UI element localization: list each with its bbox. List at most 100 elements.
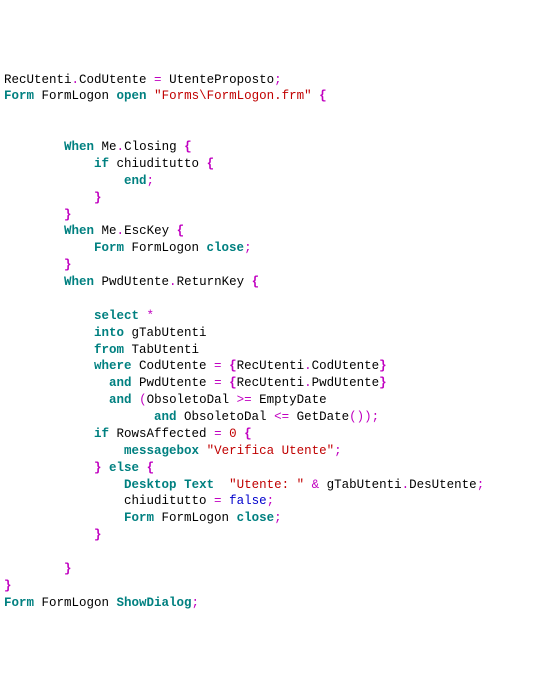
code-token: } xyxy=(379,359,387,373)
code-token: close xyxy=(237,511,275,525)
code-token: ; xyxy=(477,478,485,492)
code-token: ; xyxy=(372,410,380,424)
code-token: GetDate xyxy=(289,410,349,424)
code-token xyxy=(132,393,140,407)
code-token: ReturnKey xyxy=(177,275,252,289)
code-token: ; xyxy=(244,241,252,255)
code-token: and xyxy=(109,393,132,407)
code-token xyxy=(102,461,110,475)
code-token: . xyxy=(72,73,80,87)
code-token: gTabUtenti xyxy=(319,478,402,492)
code-token: open xyxy=(117,89,147,103)
code-token: = xyxy=(154,73,162,87)
code-token: UtenteProposto xyxy=(162,73,275,87)
code-token xyxy=(237,427,245,441)
code-token: & xyxy=(312,478,320,492)
code-token: . xyxy=(117,140,125,154)
code-token: { xyxy=(319,89,327,103)
code-token: } xyxy=(94,528,102,542)
code-token: ) xyxy=(364,410,372,424)
code-token: ; xyxy=(147,174,155,188)
code-token: chiuditutto xyxy=(124,494,214,508)
code-token xyxy=(199,444,207,458)
code-token: Form xyxy=(94,241,124,255)
code-token: if xyxy=(94,427,109,441)
code-token: PwdUtente xyxy=(132,376,215,390)
code-token: { xyxy=(207,157,215,171)
code-token: "Verifica Utente" xyxy=(207,444,335,458)
code-token: TabUtenti xyxy=(124,343,199,357)
code-token xyxy=(177,478,185,492)
code-token: if xyxy=(94,157,109,171)
code-token: { xyxy=(229,376,237,390)
code-token: Me xyxy=(94,224,117,238)
code-token xyxy=(222,494,230,508)
code-token: ; xyxy=(334,444,342,458)
code-token: = xyxy=(214,359,222,373)
code-token: RecUtenti xyxy=(237,359,305,373)
code-token: . xyxy=(304,359,312,373)
code-token: from xyxy=(94,343,124,357)
code-token: gTabUtenti xyxy=(124,326,207,340)
code-token: ; xyxy=(267,494,275,508)
code-token: } xyxy=(64,208,72,222)
code-token: ObsoletoDal xyxy=(147,393,237,407)
code-token: } xyxy=(4,579,12,593)
code-token: select xyxy=(94,309,139,323)
code-token: where xyxy=(94,359,132,373)
code-token: When xyxy=(64,140,94,154)
code-token: PwdUtente xyxy=(312,376,380,390)
code-token xyxy=(222,427,230,441)
code-token: = xyxy=(214,376,222,390)
code-token: "Utente: " xyxy=(229,478,304,492)
code-token: { xyxy=(244,427,252,441)
code-token xyxy=(304,478,312,492)
code-token: Form xyxy=(4,89,34,103)
code-token: { xyxy=(147,461,155,475)
code-token: } xyxy=(64,258,72,272)
code-token: = xyxy=(214,427,222,441)
code-token: { xyxy=(177,224,185,238)
code-token: EscKey xyxy=(124,224,177,238)
code-token: } xyxy=(94,461,102,475)
code-token: EmptyDate xyxy=(252,393,327,407)
code-token: else xyxy=(109,461,139,475)
code-token: } xyxy=(379,376,387,390)
code-token: { xyxy=(184,140,192,154)
code-token: ( xyxy=(139,393,147,407)
code-token: CodUtente xyxy=(312,359,380,373)
code-token xyxy=(139,309,147,323)
code-token: RecUtenti xyxy=(237,376,305,390)
code-token: FormLogon xyxy=(124,241,207,255)
code-token: { xyxy=(252,275,260,289)
code-token: * xyxy=(147,309,155,323)
code-token: ; xyxy=(192,596,200,610)
code-token xyxy=(222,359,230,373)
code-token: ShowDialog xyxy=(117,596,192,610)
code-token: false xyxy=(229,494,267,508)
code-token: } xyxy=(94,191,102,205)
code-token: ; xyxy=(274,511,282,525)
code-token: and xyxy=(109,376,132,390)
code-token: into xyxy=(94,326,124,340)
code-token: DesUtente xyxy=(409,478,477,492)
code-token: FormLogon xyxy=(154,511,237,525)
code-token: "Forms\FormLogon.frm" xyxy=(154,89,312,103)
code-token: ObsoletoDal xyxy=(177,410,275,424)
code-block: RecUtenti.CodUtente = UtenteProposto; Fo… xyxy=(4,72,545,612)
code-token: = xyxy=(214,494,222,508)
code-token: <= xyxy=(274,410,289,424)
code-token: . xyxy=(117,224,125,238)
code-token: Desktop xyxy=(124,478,177,492)
code-token: Form xyxy=(4,596,34,610)
code-token: When xyxy=(64,275,94,289)
code-token: ( xyxy=(349,410,357,424)
code-token: RecUtenti xyxy=(4,73,72,87)
code-token: messagebox xyxy=(124,444,199,458)
code-token: 0 xyxy=(229,427,237,441)
code-token: . xyxy=(169,275,177,289)
code-token: CodUtente xyxy=(79,73,154,87)
code-token: >= xyxy=(237,393,252,407)
code-token: FormLogon xyxy=(34,89,117,103)
code-token: CodUtente xyxy=(132,359,215,373)
